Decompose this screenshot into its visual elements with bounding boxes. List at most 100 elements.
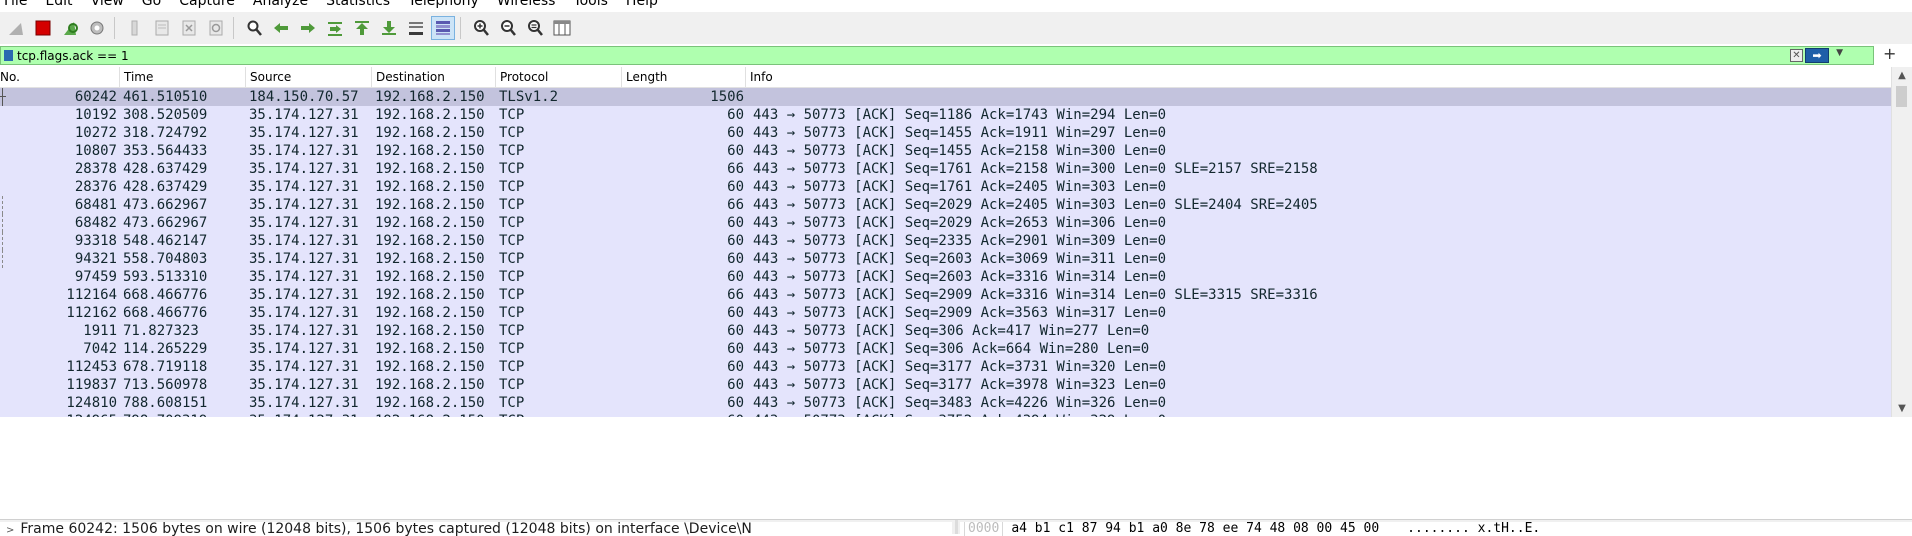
menu-help[interactable]: Help — [617, 0, 667, 10]
cell-source: 35.174.127.31 — [246, 196, 372, 214]
normal-size-icon[interactable] — [524, 17, 546, 39]
open-file-icon[interactable] — [124, 17, 146, 39]
table-row[interactable]: 94321 558.704803 35.174.127.31 192.168.2.15… — [0, 250, 1892, 268]
column-header-source[interactable]: Source — [246, 67, 372, 87]
menu-file[interactable]: File — [0, 0, 36, 10]
table-row[interactable]: 1911 71.827323 35.174.127.31 192.168.2.150 T… — [0, 322, 1892, 340]
go-back-icon[interactable] — [270, 17, 292, 39]
cell-time: 713.560978 — [120, 376, 246, 394]
stop-capture-icon[interactable] — [32, 17, 54, 39]
menu-tools[interactable]: Tools — [564, 0, 617, 10]
bookmark-icon[interactable] — [4, 50, 13, 61]
packet-bytes-pane[interactable]: 0000 a4 b1 c1 87 94 b1 a0 8e 78 ee 74 48 … — [960, 522, 1912, 536]
menu-capture[interactable]: Capture — [170, 0, 244, 10]
cell-protocol-text: TCP — [499, 413, 524, 417]
cell-destination-text: 192.168.2.150 — [375, 413, 485, 417]
table-row[interactable]: 10192 308.520509 35.174.127.31 192.168.2.15… — [0, 106, 1892, 124]
cell-source: 35.174.127.31 — [246, 376, 372, 394]
packet-details-pane[interactable]: > Frame 60242: 1506 bytes on wire (12048 … — [0, 522, 952, 536]
table-row-selected[interactable]: 60242 461.510510 184.150.70.57 192.168.2.15… — [0, 88, 1892, 106]
filter-history-dropdown-icon[interactable]: ▼ — [1836, 48, 1843, 58]
clear-filter-icon[interactable]: ✕ — [1790, 49, 1803, 62]
display-filter-input[interactable] — [17, 48, 1797, 63]
resize-columns-icon[interactable] — [551, 17, 573, 39]
table-row[interactable]: 124965 798.709319 35.174.127.31 192.168.2.1… — [0, 412, 1892, 417]
last-packet-icon[interactable] — [378, 17, 400, 39]
menu-view[interactable]: View — [82, 0, 133, 10]
cell-length-text: 60 — [727, 359, 744, 375]
table-row[interactable]: 10807 353.564433 35.174.127.31 192.168.2.15… — [0, 142, 1892, 160]
column-header-destination[interactable]: Destination — [372, 67, 496, 87]
first-packet-icon[interactable] — [351, 17, 373, 39]
apply-filter-icon[interactable]: ➡ — [1805, 48, 1829, 63]
cell-source: 35.174.127.31 — [246, 232, 372, 250]
cell-source-text: 35.174.127.31 — [249, 179, 359, 195]
table-row[interactable]: 28376 428.637429 35.174.127.31 192.168.2.15… — [0, 178, 1892, 196]
menu-analyze[interactable]: Analyze — [244, 0, 317, 10]
column-header-length[interactable]: Length — [622, 67, 746, 87]
cell-length: 60 — [622, 358, 746, 376]
menu-edit[interactable]: Edit — [36, 0, 81, 10]
cell-source: 35.174.127.31 — [246, 340, 372, 358]
cell-length-text: 60 — [727, 269, 744, 285]
cell-length-text: 1506 — [710, 89, 744, 105]
save-file-icon[interactable] — [151, 17, 173, 39]
menu-telephony[interactable]: Telephony — [399, 0, 488, 10]
column-header-no[interactable]: No. — [0, 67, 120, 87]
colorize-icon[interactable] — [431, 16, 455, 40]
shark-fin-start-icon[interactable] — [5, 17, 27, 39]
cell-time-text: 798.709319 — [123, 413, 207, 417]
table-row[interactable]: 93318 548.462147 35.174.127.31 192.168.2.15… — [0, 232, 1892, 250]
table-row[interactable]: 68481 473.662967 35.174.127.31 192.168.2.15… — [0, 196, 1892, 214]
restart-capture-icon[interactable] — [59, 17, 81, 39]
column-header-info[interactable]: Info ^ — [746, 67, 1892, 87]
table-row[interactable]: 7042 114.265229 35.174.127.31 192.168.2.150… — [0, 340, 1892, 358]
cell-destination-text: 192.168.2.150 — [375, 143, 485, 159]
capture-options-icon[interactable] — [86, 17, 108, 39]
cell-length: 66 — [622, 286, 746, 304]
table-row[interactable]: 68482 473.662967 35.174.127.31 192.168.2.15… — [0, 214, 1892, 232]
zoom-out-icon[interactable] — [497, 17, 519, 39]
reload-file-icon[interactable] — [205, 17, 227, 39]
find-packet-icon[interactable] — [243, 17, 265, 39]
go-forward-icon[interactable] — [297, 17, 319, 39]
autoscroll-icon[interactable] — [405, 17, 427, 39]
table-row[interactable]: 97459 593.513310 35.174.127.31 192.168.2.15… — [0, 268, 1892, 286]
cell-source-text: 35.174.127.31 — [249, 341, 359, 357]
pane-splitter[interactable] — [955, 520, 958, 534]
menu-wireless[interactable]: Wireless — [488, 0, 565, 10]
cell-number-text: 119837 — [66, 377, 117, 393]
add-filter-button-icon[interactable]: + — [1883, 44, 1896, 63]
table-row[interactable]: 119837 713.560978 35.174.127.31 192.168.2.1… — [0, 376, 1892, 394]
close-file-icon[interactable] — [178, 17, 200, 39]
cell-number: 124965 — [0, 412, 120, 417]
go-to-packet-icon[interactable] — [324, 17, 346, 39]
column-header-protocol[interactable]: Protocol — [496, 67, 622, 87]
cell-number: 93318 — [0, 232, 120, 250]
table-row[interactable]: 112162 668.466776 35.174.127.31 192.168.2.1… — [0, 304, 1892, 322]
cell-length: 60 — [622, 376, 746, 394]
bytes-ascii[interactable]: ........ x.tH..E. — [1407, 522, 1540, 536]
table-row[interactable]: 124810 788.608151 35.174.127.31 192.168.2.1… — [0, 394, 1892, 412]
cell-length: 60 — [622, 304, 746, 322]
cell-destination-text: 192.168.2.150 — [375, 197, 485, 213]
table-row[interactable]: 112164 668.466776 35.174.127.31 192.168.2.1… — [0, 286, 1892, 304]
menu-go[interactable]: Go — [133, 0, 170, 10]
scroll-up-icon[interactable]: ▲ — [1892, 67, 1912, 84]
scroll-down-icon[interactable]: ▼ — [1892, 400, 1912, 417]
menu-statistics[interactable]: Statistics — [317, 0, 399, 10]
packet-list-scrollbar[interactable]: ▲ ▼ — [1891, 67, 1912, 417]
cell-protocol: TCP — [496, 232, 622, 250]
cell-time: 428.637429 — [120, 178, 246, 196]
expand-arrow-icon[interactable]: > — [6, 525, 14, 536]
scrollbar-thumb[interactable] — [1896, 86, 1907, 107]
table-row[interactable]: 112453 678.719118 35.174.127.31 192.168.2.1… — [0, 358, 1892, 376]
column-header-time[interactable]: Time — [120, 67, 246, 87]
bytes-hex[interactable]: a4 b1 c1 87 94 b1 a0 8e 78 ee 74 48 08 0… — [1011, 522, 1379, 536]
cell-number-text: 1911 — [83, 323, 117, 339]
zoom-in-icon[interactable] — [470, 17, 492, 39]
cell-info: 443 → 50773 [ACK] Seq=2029 Ack=2405 Win=… — [746, 196, 1892, 214]
frame-summary-line[interactable]: Frame 60242: 1506 bytes on wire (12048 b… — [20, 522, 752, 536]
table-row[interactable]: 10272 318.724792 35.174.127.31 192.168.2.15… — [0, 124, 1892, 142]
table-row[interactable]: 28378 428.637429 35.174.127.31 192.168.2.15… — [0, 160, 1892, 178]
